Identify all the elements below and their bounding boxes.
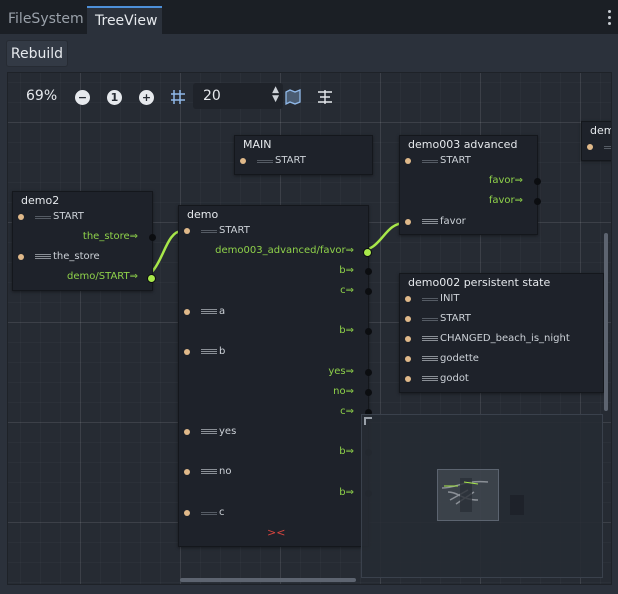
input-port[interactable] bbox=[405, 158, 411, 164]
node-demo-partial[interactable]: demo bbox=[581, 121, 611, 161]
input-port[interactable] bbox=[184, 228, 190, 234]
arrange-nodes-icon[interactable] bbox=[317, 89, 333, 105]
minimap-viewport[interactable] bbox=[437, 469, 499, 521]
input-port[interactable] bbox=[184, 429, 190, 435]
port-row: START bbox=[235, 153, 372, 169]
minimap-resize-handle[interactable] bbox=[364, 417, 372, 425]
input-port[interactable] bbox=[405, 316, 411, 322]
input-port[interactable] bbox=[240, 158, 246, 164]
input-port[interactable] bbox=[405, 219, 411, 225]
tab-bar: FileSystem TreeView bbox=[0, 0, 618, 34]
zoom-level: 69% bbox=[26, 88, 58, 104]
input-port[interactable] bbox=[18, 214, 24, 220]
input-port[interactable] bbox=[184, 349, 190, 355]
minimap[interactable] bbox=[361, 414, 603, 578]
output-port[interactable] bbox=[534, 178, 541, 185]
tab-filesystem[interactable]: FileSystem bbox=[0, 6, 86, 34]
minimap-node bbox=[510, 495, 524, 515]
node-title: demo002 persistent state bbox=[408, 276, 551, 289]
output-port[interactable] bbox=[534, 198, 541, 205]
node-demo[interactable]: demo START demo003_advanced/favor⇒ b⇒ c⇒… bbox=[178, 205, 372, 547]
node-title: demo2 bbox=[21, 194, 60, 207]
output-port[interactable] bbox=[365, 328, 372, 335]
input-port[interactable] bbox=[18, 254, 24, 260]
output-port[interactable] bbox=[147, 274, 156, 283]
one-icon[interactable]: 1 bbox=[107, 90, 122, 105]
output-port[interactable] bbox=[363, 248, 372, 257]
node-title: demo bbox=[187, 208, 219, 221]
minimap-icon[interactable] bbox=[285, 89, 301, 105]
input-port[interactable] bbox=[184, 469, 190, 475]
graph-edit[interactable]: 69% − 1 + 20 ▲ ▼ MAIN START demo003 advan… bbox=[7, 72, 612, 585]
rebuild-button[interactable]: Rebuild bbox=[6, 40, 68, 67]
output-port[interactable] bbox=[365, 369, 372, 376]
node-demo2[interactable]: demo2 START the_store⇒ the_store demo/ST… bbox=[12, 191, 156, 291]
horizontal-scrollbar[interactable] bbox=[180, 578, 356, 582]
vertical-scrollbar[interactable] bbox=[604, 233, 608, 411]
node-title: MAIN bbox=[243, 138, 272, 151]
input-port[interactable] bbox=[405, 356, 411, 362]
grid-snap-icon[interactable] bbox=[170, 89, 186, 105]
input-port[interactable] bbox=[405, 296, 411, 302]
node-title: demo bbox=[590, 124, 611, 137]
snap-distance-input[interactable]: 20 ▲ ▼ bbox=[193, 83, 283, 109]
node-demo002-persistent-state[interactable]: demo002 persistent state INIT START CHAN… bbox=[399, 273, 604, 393]
output-port[interactable] bbox=[365, 389, 372, 396]
tab-treeview[interactable]: TreeView bbox=[87, 6, 162, 34]
close-node-icon[interactable]: >< bbox=[267, 526, 285, 539]
node-title: demo003 advanced bbox=[408, 138, 518, 151]
spin-arrows-icon[interactable]: ▲ ▼ bbox=[272, 86, 279, 104]
snap-value: 20 bbox=[203, 88, 221, 104]
node-demo003-advanced[interactable]: demo003 advanced START favor⇒ favor⇒ fav… bbox=[399, 135, 541, 235]
kebab-menu-icon[interactable] bbox=[608, 10, 612, 28]
input-port[interactable] bbox=[587, 144, 593, 150]
output-port[interactable] bbox=[365, 288, 372, 295]
plus-icon[interactable]: + bbox=[139, 90, 154, 105]
output-port[interactable] bbox=[365, 268, 372, 275]
node-main[interactable]: MAIN START bbox=[234, 135, 373, 175]
input-port[interactable] bbox=[405, 336, 411, 342]
input-port[interactable] bbox=[184, 309, 190, 315]
input-port[interactable] bbox=[184, 510, 190, 516]
input-port[interactable] bbox=[405, 376, 411, 382]
output-port[interactable] bbox=[149, 234, 156, 241]
minus-icon[interactable]: − bbox=[75, 90, 90, 105]
